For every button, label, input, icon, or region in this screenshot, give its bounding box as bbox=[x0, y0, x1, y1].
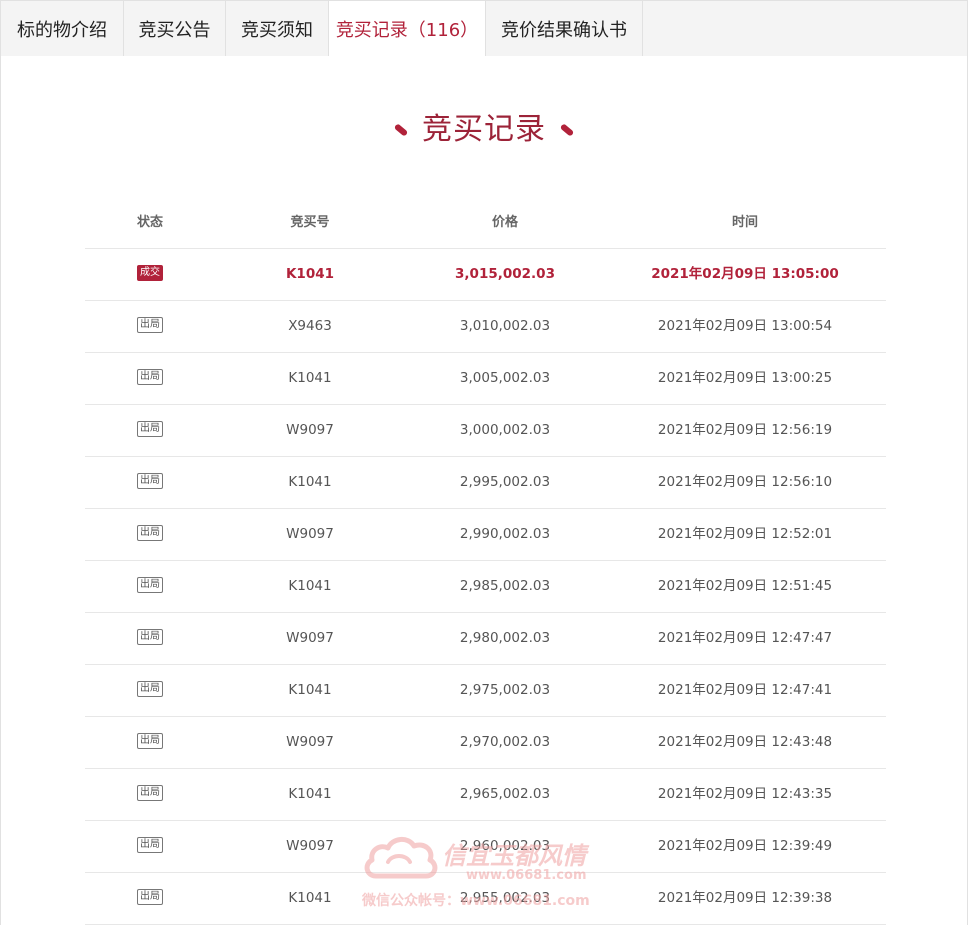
status-badge: 出局 bbox=[137, 733, 163, 749]
table-row: 出局 W9097 2,970,002.03 2021年02月09日 12:43:… bbox=[85, 717, 886, 769]
table-row: 出局 W9097 3,000,002.03 2021年02月09日 12:56:… bbox=[85, 405, 886, 457]
table-row: 出局 K1041 2,965,002.03 2021年02月09日 12:43:… bbox=[85, 769, 886, 821]
status-badge: 出局 bbox=[137, 785, 163, 801]
status-cell: 出局 bbox=[110, 769, 190, 820]
status-badge: 出局 bbox=[137, 681, 163, 697]
bidder-cell: K1041 bbox=[288, 578, 332, 594]
bidder-cell: W9097 bbox=[286, 734, 334, 750]
status-badge: 出局 bbox=[137, 629, 163, 645]
bid-table-header: 状态 竞买号 价格 时间 bbox=[85, 197, 886, 249]
price-cell: 2,990,002.03 bbox=[459, 526, 551, 542]
status-badge: 出局 bbox=[137, 889, 163, 905]
price-cell: 2,995,002.03 bbox=[459, 474, 551, 490]
bidder-cell: W9097 bbox=[286, 526, 334, 542]
status-badge: 出局 bbox=[137, 369, 163, 385]
status-cell: 出局 bbox=[110, 509, 190, 560]
table-row: 出局 K1041 2,995,002.03 2021年02月09日 12:56:… bbox=[85, 457, 886, 509]
status-cell: 成交 bbox=[110, 249, 190, 300]
time-cell: 2021年02月09日 13:00:25 bbox=[657, 370, 833, 386]
status-badge: 出局 bbox=[137, 473, 163, 489]
bidder-cell: K1041 bbox=[288, 786, 332, 802]
status-cell: 出局 bbox=[110, 353, 190, 404]
time-cell: 2021年02月09日 13:00:54 bbox=[657, 318, 833, 334]
bidder-cell: W9097 bbox=[286, 630, 334, 646]
status-cell: 出局 bbox=[110, 665, 190, 716]
tab-bid-records[interactable]: 竞买记录（116） bbox=[329, 1, 486, 58]
price-cell: 3,000,002.03 bbox=[459, 422, 551, 438]
time-cell: 2021年02月09日 12:51:45 bbox=[657, 578, 833, 594]
time-cell: 2021年02月09日 12:43:48 bbox=[657, 734, 833, 750]
time-cell: 2021年02月09日 12:56:10 bbox=[657, 474, 833, 490]
tab-result-confirmation[interactable]: 竞价结果确认书 bbox=[486, 1, 643, 57]
status-badge: 出局 bbox=[137, 525, 163, 541]
bidder-cell: K1041 bbox=[288, 474, 332, 490]
table-row: 出局 W9097 2,960,002.03 2021年02月09日 12:39:… bbox=[85, 821, 886, 873]
header-status: 状态 bbox=[136, 215, 163, 230]
bidder-cell: K1041 bbox=[288, 370, 332, 386]
header-price: 价格 bbox=[491, 215, 518, 230]
bidder-cell: K1041 bbox=[285, 266, 335, 282]
time-cell: 2021年02月09日 12:39:49 bbox=[657, 838, 833, 854]
status-badge: 出局 bbox=[137, 421, 163, 437]
status-badge: 出局 bbox=[137, 317, 163, 333]
time-cell: 2021年02月09日 13:05:00 bbox=[651, 266, 839, 282]
price-cell: 3,010,002.03 bbox=[459, 318, 551, 334]
table-row: 出局 K1041 3,005,002.03 2021年02月09日 13:00:… bbox=[85, 353, 886, 405]
price-cell: 2,965,002.03 bbox=[459, 786, 551, 802]
section-title-wrap: 竞买记录 bbox=[393, 105, 575, 155]
status-badge: 出局 bbox=[137, 577, 163, 593]
bidder-cell: W9097 bbox=[286, 838, 334, 854]
table-row: 出局 W9097 2,980,002.03 2021年02月09日 12:47:… bbox=[85, 613, 886, 665]
price-cell: 2,975,002.03 bbox=[459, 682, 551, 698]
tab-auction-announcement[interactable]: 竞买公告 bbox=[124, 1, 226, 57]
section-title-text: 竞买记录 bbox=[422, 112, 546, 147]
price-cell: 3,005,002.03 bbox=[459, 370, 551, 386]
bidder-cell: K1041 bbox=[288, 682, 332, 698]
status-cell: 出局 bbox=[110, 717, 190, 768]
status-cell: 出局 bbox=[110, 561, 190, 612]
status-badge: 成交 bbox=[137, 265, 163, 281]
price-cell: 2,955,002.03 bbox=[459, 890, 551, 906]
price-cell: 3,015,002.03 bbox=[455, 266, 555, 282]
header-time: 时间 bbox=[731, 215, 758, 230]
price-cell: 2,985,002.03 bbox=[459, 578, 551, 594]
time-cell: 2021年02月09日 12:47:47 bbox=[657, 630, 833, 646]
time-cell: 2021年02月09日 12:39:38 bbox=[657, 890, 833, 906]
table-row: 出局 X9463 3,010,002.03 2021年02月09日 13:00:… bbox=[85, 301, 886, 353]
table-row: 出局 W9097 2,990,002.03 2021年02月09日 12:52:… bbox=[85, 509, 886, 561]
title-left-dash-icon bbox=[393, 123, 409, 137]
time-cell: 2021年02月09日 12:56:19 bbox=[657, 422, 833, 438]
status-cell: 出局 bbox=[110, 613, 190, 664]
section-title: 竞买记录 bbox=[0, 99, 968, 155]
status-cell: 出局 bbox=[110, 301, 190, 352]
time-cell: 2021年02月09日 12:52:01 bbox=[657, 526, 833, 542]
table-row: 出局 K1041 2,975,002.03 2021年02月09日 12:47:… bbox=[85, 665, 886, 717]
tab-item-introduction[interactable]: 标的物介绍 bbox=[1, 1, 124, 57]
header-bidder: 竞买号 bbox=[290, 215, 330, 230]
price-cell: 2,970,002.03 bbox=[459, 734, 551, 750]
price-cell: 2,960,002.03 bbox=[459, 838, 551, 854]
status-cell: 出局 bbox=[110, 873, 190, 924]
price-cell: 2,980,002.03 bbox=[459, 630, 551, 646]
title-right-dash-icon bbox=[559, 123, 575, 137]
table-row: 成交 K1041 3,015,002.03 2021年02月09日 13:05:… bbox=[85, 249, 886, 301]
tab-bar: 标的物介绍 竞买公告 竞买须知 竞买记录（116） 竞价结果确认书 bbox=[0, 0, 968, 58]
time-cell: 2021年02月09日 12:47:41 bbox=[657, 682, 833, 698]
tab-bidding-notice[interactable]: 竞买须知 bbox=[226, 1, 329, 57]
bidder-cell: X9463 bbox=[288, 318, 332, 334]
status-badge: 出局 bbox=[137, 837, 163, 853]
bid-table-body: 成交 K1041 3,015,002.03 2021年02月09日 13:05:… bbox=[85, 249, 886, 925]
status-cell: 出局 bbox=[110, 821, 190, 872]
bidder-cell: K1041 bbox=[288, 890, 332, 906]
bidder-cell: W9097 bbox=[286, 422, 334, 438]
time-cell: 2021年02月09日 12:43:35 bbox=[657, 786, 833, 802]
table-row: 出局 K1041 2,985,002.03 2021年02月09日 12:51:… bbox=[85, 561, 886, 613]
status-cell: 出局 bbox=[110, 457, 190, 508]
status-cell: 出局 bbox=[110, 405, 190, 456]
table-row: 出局 K1041 2,955,002.03 2021年02月09日 12:39:… bbox=[85, 873, 886, 925]
